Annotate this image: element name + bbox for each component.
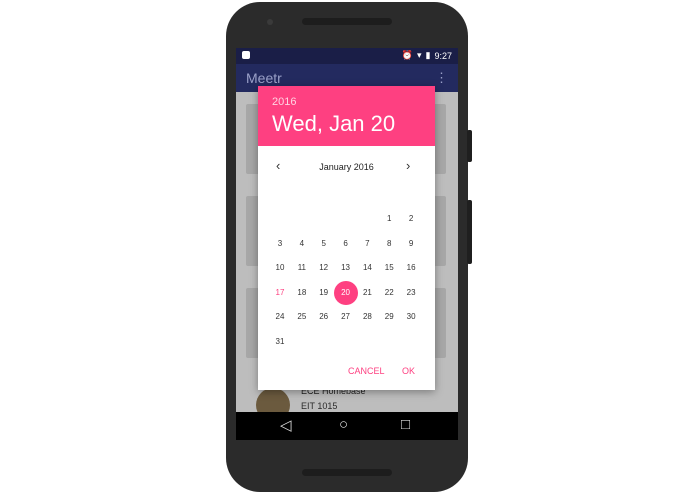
top-speaker (302, 18, 392, 25)
month-navigation: ‹ January 2016 › (258, 158, 435, 176)
calendar-day[interactable]: 25 (290, 305, 314, 329)
back-icon[interactable]: ◁ (280, 416, 292, 434)
date-picker-dialog: 2016 Wed, Jan 20 ‹ January 2016 › 123456… (258, 86, 435, 390)
power-button (467, 130, 472, 162)
calendar-day[interactable]: 2 (399, 207, 423, 231)
calendar-day[interactable]: 8 (377, 232, 401, 256)
calendar-day[interactable]: 22 (377, 281, 401, 305)
ok-button[interactable]: OK (402, 366, 415, 376)
calendar-day[interactable]: 23 (399, 281, 423, 305)
calendar-day[interactable]: 4 (290, 232, 314, 256)
wifi-icon: ▾ (416, 50, 422, 60)
date-picker-header: 2016 Wed, Jan 20 (258, 86, 435, 146)
calendar-day[interactable]: 19 (312, 281, 336, 305)
bottom-speaker (302, 469, 392, 476)
calendar-day[interactable]: 14 (355, 256, 379, 280)
calendar-day[interactable]: 16 (399, 256, 423, 280)
calendar-day[interactable]: 30 (399, 305, 423, 329)
status-bar: ⏰ ▾ ▮ 9:27 (236, 48, 458, 64)
recents-icon[interactable]: □ (401, 416, 410, 433)
cancel-button[interactable]: CANCEL (348, 366, 385, 376)
calendar-day[interactable]: 24 (268, 305, 292, 329)
calendar-day[interactable]: 6 (334, 232, 358, 256)
calendar-day[interactable]: 15 (377, 256, 401, 280)
app-title: Meetr (246, 70, 282, 86)
calendar-day[interactable]: 12 (312, 256, 336, 280)
calendar-day[interactable]: 3 (268, 232, 292, 256)
calendar-day[interactable]: 31 (268, 330, 292, 354)
calendar-day[interactable]: 26 (312, 305, 336, 329)
calendar-day[interactable]: 28 (355, 305, 379, 329)
calendar-day[interactable]: 10 (268, 256, 292, 280)
calendar-day[interactable]: 11 (290, 256, 314, 280)
chevron-right-icon[interactable]: › (406, 158, 410, 173)
list-item-subtitle: EIT 1015 (301, 401, 338, 411)
calendar-day[interactable]: 18 (290, 281, 314, 305)
calendar-day[interactable]: 13 (334, 256, 358, 280)
calendar-day[interactable]: 21 (355, 281, 379, 305)
more-vert-icon[interactable]: ⋮ (435, 70, 448, 86)
volume-buttons (467, 200, 472, 264)
battery-icon: ▮ (425, 50, 431, 60)
calendar-day[interactable]: 20 (333, 280, 358, 305)
android-notification-icon (242, 51, 250, 59)
calendar-day[interactable]: 27 (334, 305, 358, 329)
front-camera (267, 19, 273, 25)
calendar-day[interactable]: 29 (377, 305, 401, 329)
calendar-day[interactable]: 17 (268, 281, 292, 305)
home-icon[interactable]: ○ (339, 416, 348, 433)
status-time: 9:27 (434, 50, 452, 61)
calendar-day[interactable]: 1 (377, 207, 401, 231)
calendar-day[interactable]: 9 (399, 232, 423, 256)
selected-date-label[interactable]: Wed, Jan 20 (272, 111, 395, 137)
navigation-bar: ◁ ○ □ (236, 412, 458, 440)
alarm-icon: ⏰ (401, 50, 413, 60)
calendar-day[interactable]: 5 (312, 232, 336, 256)
year-label[interactable]: 2016 (272, 96, 296, 108)
calendar-day[interactable]: 7 (355, 232, 379, 256)
